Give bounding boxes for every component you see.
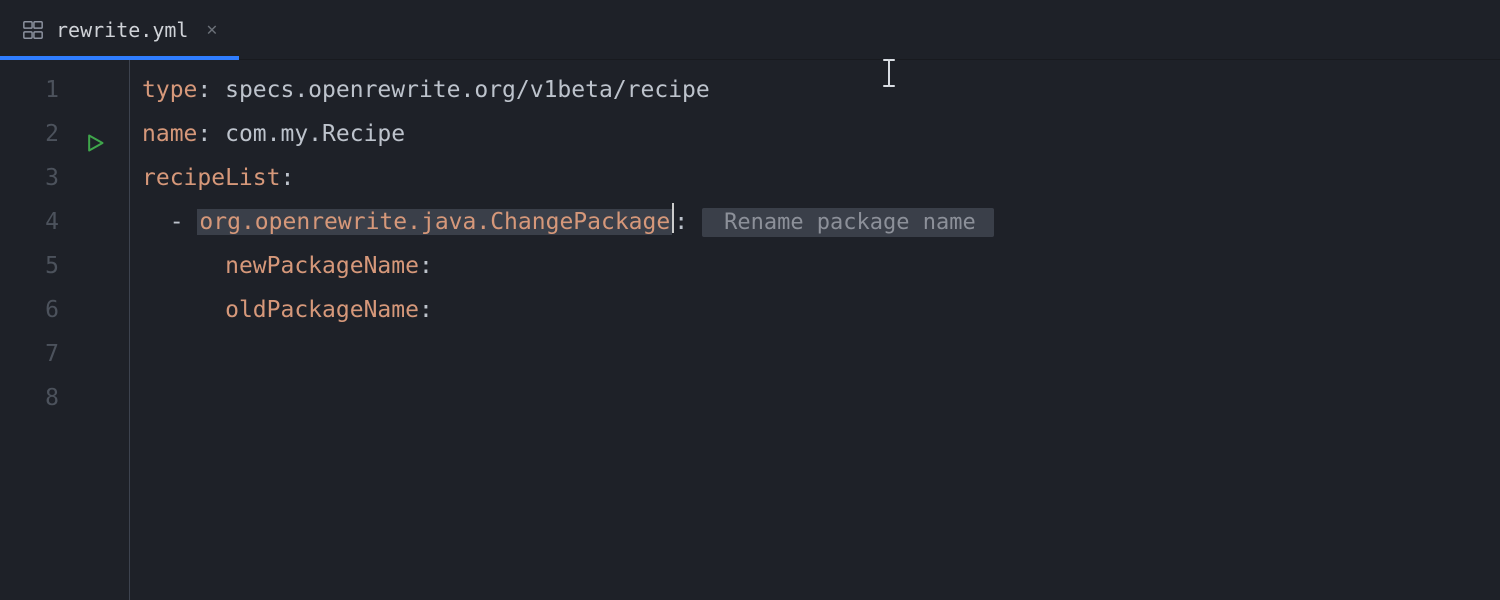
editor-gutter: 1 2 3 4 5 6 7 8	[0, 60, 130, 600]
yaml-key: name	[142, 121, 197, 147]
yaml-colon: :	[419, 297, 433, 323]
tab-filename: rewrite.yml	[56, 18, 188, 42]
yaml-key: oldPackageName	[225, 297, 419, 323]
yaml-colon: :	[419, 253, 433, 279]
yaml-colon: :	[674, 209, 688, 235]
yaml-colon: :	[197, 121, 225, 147]
tabbar: rewrite.yml ✕	[0, 0, 1500, 60]
code-line[interactable]: - org.openrewrite.java.ChangePackage: Ren…	[142, 200, 1500, 244]
code-line[interactable]: type: specs.openrewrite.org/v1beta/recip…	[142, 68, 1500, 112]
yaml-file-icon	[22, 19, 44, 41]
yaml-dash: -	[170, 209, 184, 235]
tab-rewrite-yml[interactable]: rewrite.yml ✕	[0, 0, 239, 59]
line-number[interactable]: 7	[0, 332, 129, 376]
line-number[interactable]: 3	[0, 156, 129, 200]
code-line[interactable]	[142, 376, 1500, 420]
code-line[interactable]	[142, 332, 1500, 376]
yaml-key: recipeList	[142, 165, 280, 191]
run-gutter-icon[interactable]	[85, 124, 105, 144]
yaml-value: specs.openrewrite.org/v1beta/recipe	[225, 77, 710, 103]
yaml-value: com.my.Recipe	[225, 121, 405, 147]
yaml-colon: :	[197, 77, 225, 103]
inline-hint: Rename package name	[702, 208, 994, 237]
line-number[interactable]: 5	[0, 244, 129, 288]
code-line[interactable]: name: com.my.Recipe	[142, 112, 1500, 156]
line-number[interactable]: 2	[0, 112, 129, 156]
line-number[interactable]: 1	[0, 68, 129, 112]
yaml-key: newPackageName	[225, 253, 419, 279]
line-number[interactable]: 6	[0, 288, 129, 332]
editor: 1 2 3 4 5 6 7 8 type: specs.openrewrite.…	[0, 60, 1500, 600]
yaml-key: type	[142, 77, 197, 103]
yaml-colon: :	[280, 165, 294, 191]
close-icon[interactable]: ✕	[206, 19, 217, 40]
editor-content[interactable]: type: specs.openrewrite.org/v1beta/recip…	[130, 60, 1500, 600]
line-number[interactable]: 4	[0, 200, 129, 244]
code-line[interactable]: oldPackageName:	[142, 288, 1500, 332]
code-line[interactable]: recipeList:	[142, 156, 1500, 200]
selected-recipe-name: org.openrewrite.java.ChangePackage	[197, 209, 672, 235]
line-number[interactable]: 8	[0, 376, 129, 420]
code-line[interactable]: newPackageName:	[142, 244, 1500, 288]
